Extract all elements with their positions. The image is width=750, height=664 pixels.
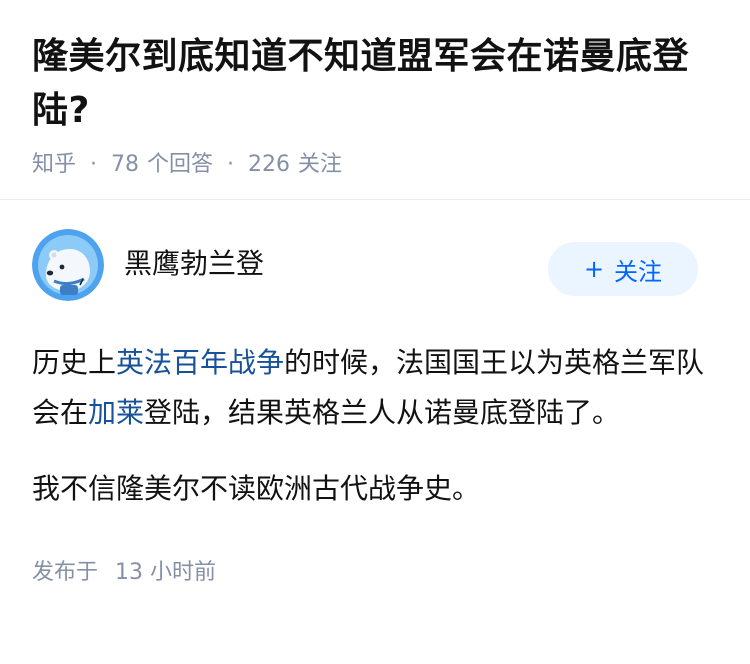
hundred-years-war-link[interactable]: 英法百年战争 — [116, 346, 284, 379]
follow-button[interactable]: + 关注 — [548, 242, 698, 296]
author-avatar[interactable] — [32, 229, 104, 301]
follow-count: 226 — [248, 152, 291, 177]
question-title[interactable]: 隆美尔到底知道不知道盟军会在诺曼底登陆? — [32, 30, 718, 138]
publish-time-value: 13 小时前 — [115, 560, 217, 585]
publish-label: 发布于 — [32, 560, 99, 585]
answer-count: 78 — [111, 152, 140, 177]
answer-count-label: 个回答 — [147, 152, 214, 177]
answer-content: 历史上英法百年战争的时候，法国国王以为英格兰军队会在加莱登陆，结果英格兰人从诺曼… — [32, 338, 718, 514]
publish-time: 发布于 13 小时前 — [32, 554, 718, 586]
question-meta: 知乎 · 78 个回答 · 226 关注 — [32, 150, 718, 180]
follow-button-label: 关注 — [614, 257, 663, 286]
calais-link[interactable]: 加莱 — [88, 396, 144, 429]
plus-icon: + — [583, 255, 605, 283]
meta-separator: · — [90, 152, 98, 177]
polar-bear-astronaut-avatar-icon — [32, 229, 104, 301]
answer-card: 黑鹰勃兰登 + 关注 历史上英法百年战争的时候，法国国王以为英格兰军队会在加莱登… — [0, 200, 750, 586]
meta-separator: · — [227, 152, 235, 177]
author-row: 黑鹰勃兰登 + 关注 — [32, 200, 718, 330]
paragraph-text: 登陆，结果英格兰人从诺曼底登陆了。 — [144, 396, 621, 429]
paragraph-text: 历史上 — [32, 346, 117, 379]
source-label[interactable]: 知乎 — [32, 150, 76, 180]
follow-count-label: 关注 — [298, 152, 343, 177]
question-header: 隆美尔到底知道不知道盟军会在诺曼底登陆? 知乎 · 78 个回答 · 226 关… — [0, 0, 750, 200]
answer-page: 隆美尔到底知道不知道盟军会在诺曼底登陆? 知乎 · 78 个回答 · 226 关… — [0, 0, 750, 664]
answer-paragraph: 我不信隆美尔不读欧洲古代战争史。 — [32, 472, 481, 505]
author-name[interactable]: 黑鹰勃兰登 — [124, 242, 264, 282]
answer-paragraph: 历史上英法百年战争的时候，法国国王以为英格兰军队会在加莱登陆，结果英格兰人从诺曼… — [32, 338, 718, 438]
